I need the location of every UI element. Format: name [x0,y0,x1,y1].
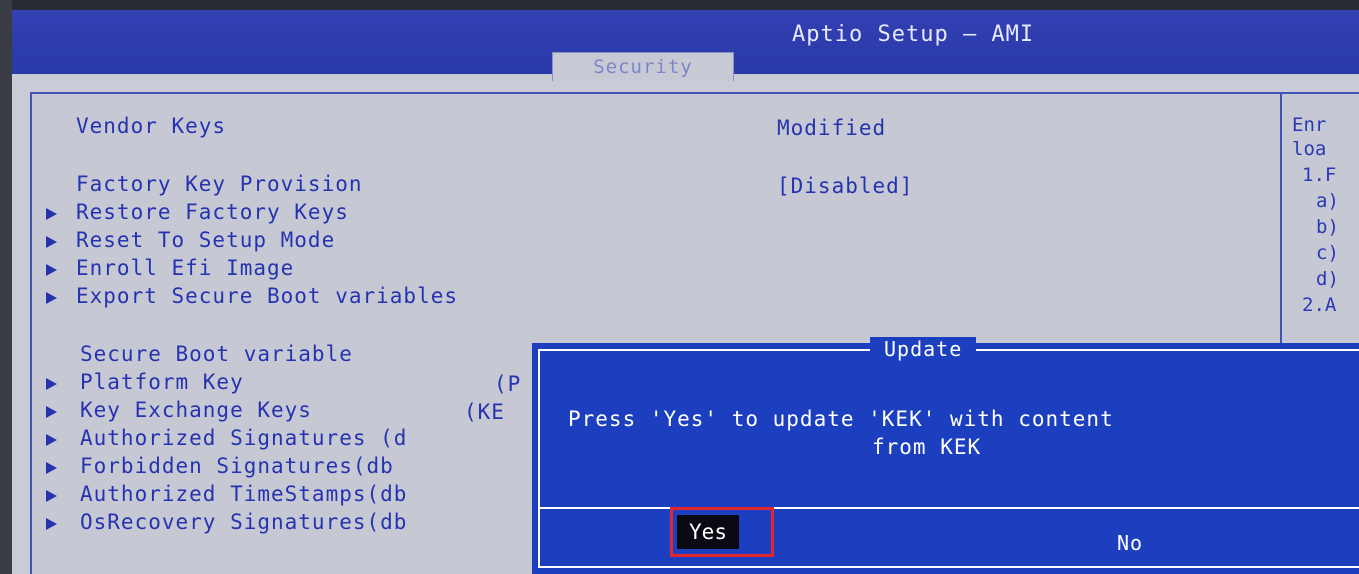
help-line: loa [1292,138,1327,160]
bios-screen: Aptio Setup – AMI Security Vendor Keys M… [12,10,1359,574]
submenu-arrow-icon [46,236,57,248]
app-title: Aptio Setup – AMI [792,22,1035,47]
factory-key-provision-value[interactable]: [Disabled] [777,174,913,198]
submenu-arrow-icon [46,208,57,220]
section-label-secure-boot-variable: Secure Boot variable [80,342,353,366]
menu-item-authorized-signatures[interactable]: Authorized Signatures (d [80,426,407,450]
help-line: a) [1316,190,1339,212]
menu-item-factory-key-provision[interactable]: Factory Key Provision [76,172,363,196]
menu-item-vendor-keys: Vendor Keys [76,114,227,138]
dialog-title: Update [870,337,977,361]
menu-item-authorized-timestamps[interactable]: Authorized TimeStamps(db [80,482,407,506]
submenu-arrow-icon [46,518,57,530]
submenu-arrow-icon [46,292,57,304]
submenu-arrow-icon [46,434,57,446]
yes-button-highlight [670,507,774,557]
key-exchange-keys-value: (KE [464,400,505,424]
menu-item-osrecovery-signatures[interactable]: OsRecovery Signatures(db [80,510,407,534]
menu-item-restore-factory-keys[interactable]: Restore Factory Keys [76,200,349,224]
help-line: b) [1316,216,1339,238]
submenu-arrow-icon [46,490,57,502]
submenu-arrow-icon [46,378,57,390]
monitor-bezel-left [0,0,12,574]
help-line: d) [1316,268,1339,290]
menu-item-platform-key[interactable]: Platform Key [80,370,244,394]
help-line: Enr [1292,114,1327,136]
vendor-keys-value: Modified [777,116,887,140]
help-line: 2.A [1302,294,1337,316]
help-line: 1.F [1302,164,1337,186]
monitor-bezel-top [0,0,1359,10]
tab-security[interactable]: Security [552,52,734,81]
menu-item-key-exchange-keys[interactable]: Key Exchange Keys [80,398,312,422]
menu-item-reset-to-setup-mode[interactable]: Reset To Setup Mode [76,228,335,252]
dialog-message-line2: from KEK [872,435,982,459]
menu-item-export-secure-boot-variables[interactable]: Export Secure Boot variables [76,284,458,308]
submenu-arrow-icon [46,462,57,474]
dialog-message-line1: Press 'Yes' to update 'KEK' with content [568,407,1114,431]
submenu-arrow-icon [46,264,57,276]
submenu-arrow-icon [46,406,57,418]
platform-key-value: (P [494,372,522,396]
help-line: c) [1316,242,1339,264]
menu-item-enroll-efi-image[interactable]: Enroll Efi Image [76,256,294,280]
update-dialog: Update Press 'Yes' to update 'KEK' with … [532,337,1359,574]
no-button[interactable]: No [1117,531,1143,555]
menu-item-forbidden-signatures[interactable]: Forbidden Signatures(db [80,454,394,478]
help-panel: Enr loa 1.F a) b) c) d) 2.A [1280,92,1359,376]
dialog-divider [538,507,1359,509]
